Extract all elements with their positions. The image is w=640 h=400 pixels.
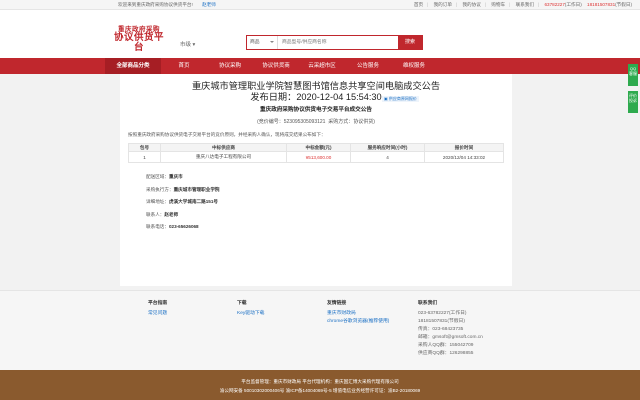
cell-amount: ¥513,600.00 bbox=[286, 151, 351, 163]
delivery-area: 配送区域：重庆市 bbox=[146, 171, 512, 184]
col-response-time: 服务响应时间(小时) bbox=[350, 143, 425, 152]
notice-panel: 重庆城市管理职业学院智慧图书馆信息共享空间电脑成交公告 发布日期：2020-12… bbox=[120, 74, 512, 286]
result-table: 包号 中标供应商 中标金额(元) 服务响应时间(小时) 报价时间 1 重庆八达电… bbox=[128, 143, 504, 163]
top-link-cart[interactable]: 购物车 bbox=[491, 2, 505, 7]
date-value: 2020-12-04 15:54:30 bbox=[296, 92, 382, 102]
notice-title: 重庆城市管理职业学院智慧图书馆信息共享空间电脑成交公告 bbox=[191, 81, 441, 91]
footer-contact-line: 供应商QQ群：126298855 bbox=[418, 351, 474, 356]
footer-friend-links: 友情链接 重庆市财政局 chrome谷歌浏览器(推荐使用) bbox=[327, 299, 389, 326]
nav-all-categories[interactable]: 全部商品分类 bbox=[105, 58, 161, 74]
table-header-row: 包号 中标供应商 中标金额(元) 服务响应时间(小时) 报价时间 bbox=[128, 143, 504, 152]
nav-cloud-market[interactable]: 云采超市区 bbox=[299, 58, 345, 74]
qq-service-tab[interactable]: QQ客服 bbox=[628, 64, 638, 86]
welcome-text: 欢迎来到重庆政府采购协议供货平台! bbox=[118, 2, 193, 7]
hotline-note-2: (节假日) bbox=[615, 2, 632, 7]
project-number: (竞价编号：5230953050931​21 bbox=[257, 119, 326, 125]
top-link-orders[interactable]: 我的订单 bbox=[434, 2, 452, 7]
footer-contact-line: 邮箱：gmsoft@gmsoft.com.cn bbox=[418, 335, 483, 340]
delivery-label: 配送区域： bbox=[146, 174, 169, 179]
footer-contact-line: 023-63782227(工作日) bbox=[418, 311, 467, 316]
buyer-phone: 联系电话：023-65626068 bbox=[146, 221, 512, 234]
side-float-bar: QQ客服 评价投诉 bbox=[628, 64, 639, 118]
footer-contact-line: 采购人QQ群：155042709 bbox=[418, 343, 474, 348]
footer-download-title: 下载 bbox=[237, 301, 247, 306]
date-label: 发布日期： bbox=[250, 92, 297, 102]
top-link-contact[interactable]: 联系我们 bbox=[516, 2, 534, 7]
contact-value: 赵老师 bbox=[164, 211, 179, 217]
footer-link-key-driver[interactable]: Key驱动下载 bbox=[237, 310, 264, 318]
header: 重庆政府采购 协议供货平台 市级 ▾ 商品 搜索 bbox=[0, 10, 640, 58]
region-selector[interactable]: 市级 ▾ bbox=[180, 40, 195, 48]
notice-intro: 按照重庆政府采购协议供货电子交易平台的竞价原则，并经采购人确认，现将成交结果公布… bbox=[128, 132, 326, 137]
footer-contact-line: 18181507831(节假日) bbox=[418, 319, 465, 324]
search-box: 商品 搜索 bbox=[246, 35, 423, 50]
col-quote-time: 报价时间 bbox=[424, 143, 504, 152]
supplier-quote-label: 供应商原网报价 bbox=[388, 96, 417, 101]
col-package: 包号 bbox=[128, 143, 161, 152]
notice-meta: (竞价编号：5230953050931​21 采购方式：协议供货) bbox=[120, 118, 512, 125]
buyer-address: 详细地址：虎溪大学城南二路151号 bbox=[146, 196, 512, 209]
bottom-supervision: 平台监督管理：重庆市财政局 平台代理机构：重庆国汇博大采购代理有限公司 bbox=[241, 379, 399, 384]
footer-download: 下载 Key驱动下载 bbox=[237, 299, 264, 318]
nav-agreement-purchase[interactable]: 协议采购 bbox=[207, 58, 253, 74]
buyer-value: 重庆城市管理职业学院 bbox=[173, 186, 220, 192]
buyer-contact: 联系人：赵老师 bbox=[146, 209, 512, 222]
hotline-note-1: (工作日) bbox=[564, 2, 582, 7]
buyer-label: 采购执行方： bbox=[146, 186, 174, 192]
cell-supplier: 重庆八达电子工程有限公司 bbox=[160, 151, 287, 163]
delivery-value: 重庆市 bbox=[168, 174, 183, 179]
contact-label: 联系人： bbox=[146, 211, 165, 217]
footer: 平台指南 常见问题 下载 Key驱动下载 友情链接 重庆市财政局 chrome谷… bbox=[0, 290, 640, 370]
footer-link-faq[interactable]: 常见问题 bbox=[148, 310, 167, 318]
footer-guide: 平台指南 常见问题 bbox=[148, 299, 167, 318]
footer-contact-title: 联系我们 bbox=[418, 301, 438, 306]
nav-home[interactable]: 首页 bbox=[161, 58, 207, 74]
footer-link-finance[interactable]: 重庆市财政局 bbox=[327, 310, 389, 318]
phone-label: 联系电话： bbox=[146, 224, 169, 229]
footer-guide-title: 平台指南 bbox=[148, 301, 168, 306]
notice-subtitle: 重庆政府采购协议供货电子交易平台成交公告 bbox=[260, 107, 372, 113]
hotline-phone-2: 18181507831 bbox=[587, 2, 616, 7]
top-links: 首页 | 我的订单 | 我的协议 | 购物车 | 联系我们 | 63782227(工作日)… bbox=[413, 2, 632, 7]
user-link[interactable]: 赵老师 bbox=[202, 2, 216, 7]
search-input[interactable] bbox=[278, 36, 398, 49]
phone-value: 023-65626068 bbox=[168, 224, 199, 229]
region-label: 市级 bbox=[180, 42, 192, 48]
hotline-phone-1: 63782227 bbox=[544, 2, 565, 7]
cell-package: 1 bbox=[128, 151, 161, 163]
search-button[interactable]: 搜索 bbox=[398, 36, 422, 49]
supplier-quote-link[interactable]: ▣ 供应商原网报价 bbox=[382, 96, 419, 102]
address-label: 详细地址： bbox=[146, 199, 169, 204]
top-link-agreements[interactable]: 我的协议 bbox=[462, 2, 480, 7]
cell-response-time: 4 bbox=[350, 151, 425, 163]
welcome-area: 欢迎来到重庆政府采购协议供货平台! 赵老师 bbox=[118, 0, 216, 10]
col-supplier: 中标供应商 bbox=[160, 143, 287, 152]
notice-date: 发布日期：2020-12-04 15:54:30 bbox=[120, 92, 512, 103]
bottom-bar: 平台监督管理：重庆市财政局 平台代理机构：重庆国汇博大采购代理有限公司 渝公网安… bbox=[0, 370, 640, 400]
purchase-method: 采购方式：协议供货) bbox=[328, 119, 375, 125]
cell-quote-time: 2020/12/04 14:33:02 bbox=[424, 151, 504, 163]
main-nav: 全部商品分类 首页 协议采购 协议供货商 云采超市区 公告服务 维权服务 bbox=[0, 58, 640, 74]
footer-friend-title: 友情链接 bbox=[327, 301, 347, 306]
nav-announcements[interactable]: 公告服务 bbox=[345, 58, 391, 74]
bottom-icp: 渝公网安备 50010302000406号 渝ICP备14004069号-5 增… bbox=[219, 388, 421, 393]
feedback-tab[interactable]: 评价投诉 bbox=[628, 91, 638, 113]
footer-contact-line: 传真：023-68423735 bbox=[418, 327, 464, 332]
document-icon: ▣ bbox=[384, 96, 388, 101]
table-row: 1 重庆八达电子工程有限公司 ¥513,600.00 4 2020/12/04 … bbox=[128, 151, 504, 163]
nav-rights[interactable]: 维权服务 bbox=[391, 58, 437, 74]
top-bar: 欢迎来到重庆政府采购协议供货平台! 赵老师 首页 | 我的订单 | 我的协议 | 购物… bbox=[0, 0, 640, 10]
chevron-down-icon: ▾ bbox=[192, 42, 196, 48]
address-value: 虎溪大学城南二路151号 bbox=[168, 199, 218, 204]
buyer-org: 采购执行方：重庆城市管理职业学院 bbox=[146, 184, 512, 197]
nav-suppliers[interactable]: 协议供货商 bbox=[253, 58, 299, 74]
search-category-select[interactable]: 商品 bbox=[247, 36, 278, 49]
col-amount: 中标金额(元) bbox=[286, 143, 351, 152]
logo-line-2: 协议供货平台 bbox=[113, 32, 164, 53]
top-link-home[interactable]: 首页 bbox=[414, 2, 423, 7]
footer-contact: 联系我们 023-63782227(工作日) 18181507831(节假日) … bbox=[418, 299, 483, 358]
footer-link-chrome[interactable]: chrome谷歌浏览器(推荐使用) bbox=[327, 318, 389, 326]
buyer-details: 配送区域：重庆市 采购执行方：重庆城市管理职业学院 详细地址：虎溪大学城南二路1… bbox=[146, 171, 512, 234]
site-logo[interactable]: 重庆政府采购 协议供货平台 bbox=[110, 23, 168, 53]
